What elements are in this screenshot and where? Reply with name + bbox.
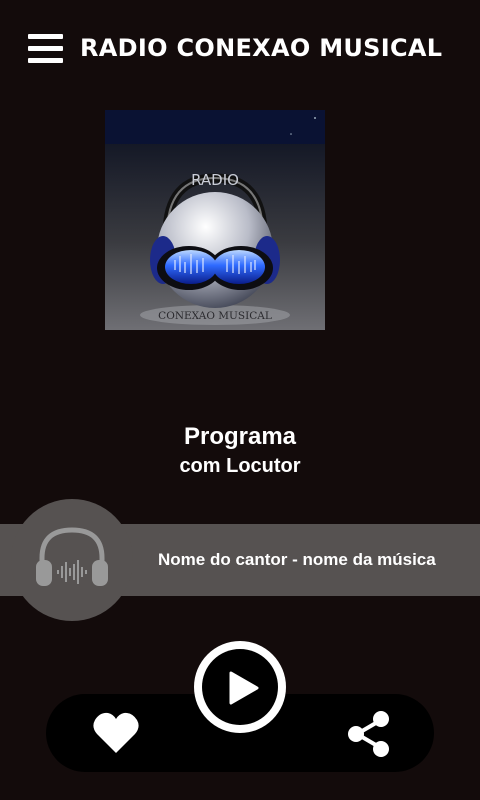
hamburger-menu-icon[interactable]: [28, 34, 64, 64]
program-title: Programa: [183, 423, 297, 450]
share-icon[interactable]: [346, 710, 392, 758]
heart-icon[interactable]: [92, 711, 140, 755]
play-icon: [229, 671, 259, 705]
app-bar: RADIO CONEXAO MUSICAL: [0, 0, 480, 100]
headphones-icon: [36, 527, 108, 586]
play-button[interactable]: [194, 641, 286, 733]
now-playing-text: Nome do cantor - nome da música: [158, 550, 436, 569]
logo-top-text: RADIO: [191, 171, 239, 189]
program-host: com Locutor: [179, 455, 301, 477]
app-title: RADIO CONEXAO MUSICAL: [80, 34, 443, 62]
station-logo-cover: RADIO CONEXAO MUSICAL: [105, 110, 325, 330]
logo-bottom-text: CONEXAO MUSICAL: [158, 310, 272, 322]
